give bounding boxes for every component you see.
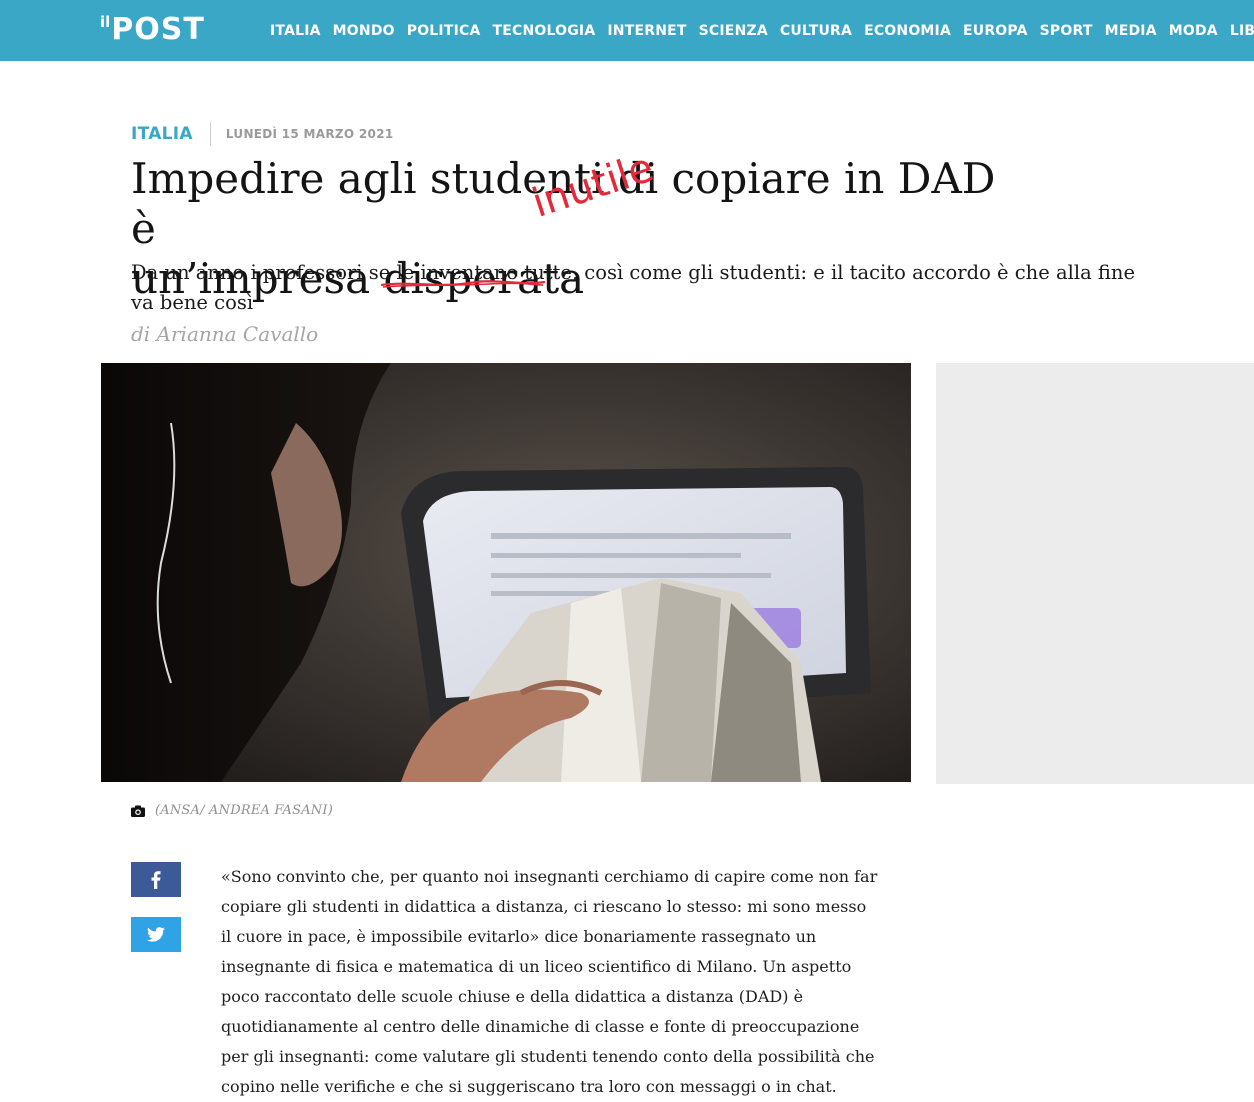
photo-caption: (ANSA/ ANDREA FASANI) bbox=[131, 803, 333, 818]
meta-divider bbox=[209, 122, 211, 146]
nav-item-mondo[interactable]: MONDO bbox=[333, 23, 395, 39]
advertisement-slot bbox=[936, 363, 1254, 784]
article-meta: ITALIA LUNEDÌ 15 MARZO 2021 bbox=[131, 122, 394, 146]
article-byline[interactable]: di Arianna Cavallo bbox=[131, 322, 318, 346]
nav-item-europa[interactable]: EUROPA bbox=[963, 23, 1028, 39]
photo-credit: (ANSA/ ANDREA FASANI) bbox=[155, 803, 333, 818]
twitter-share-button[interactable] bbox=[131, 917, 181, 952]
camera-icon bbox=[131, 805, 145, 817]
site-header: il POST ITALIA MONDO POLITICA TECNOLOGIA… bbox=[0, 0, 1254, 61]
hero-photo bbox=[101, 363, 911, 782]
nav-item-tecnologia[interactable]: TECNOLOGIA bbox=[493, 23, 596, 39]
nav-item-italia[interactable]: ITALIA bbox=[270, 23, 321, 39]
nav-item-libri[interactable]: LIBRI bbox=[1230, 23, 1254, 39]
site-logo[interactable]: il POST bbox=[100, 9, 205, 49]
logo-name: POST bbox=[111, 12, 205, 47]
nav-item-politica[interactable]: POLITICA bbox=[407, 23, 481, 39]
nav-item-cultura[interactable]: CULTURA bbox=[780, 23, 852, 39]
nav-item-sport[interactable]: SPORT bbox=[1040, 23, 1093, 39]
facebook-icon bbox=[151, 870, 161, 889]
article-category[interactable]: ITALIA bbox=[131, 124, 193, 144]
article-date: LUNEDÌ 15 MARZO 2021 bbox=[225, 127, 394, 141]
twitter-icon bbox=[147, 927, 165, 942]
facebook-share-button[interactable] bbox=[131, 862, 181, 897]
nav-item-economia[interactable]: ECONOMIA bbox=[864, 23, 951, 39]
section-nav: ITALIA MONDO POLITICA TECNOLOGIA INTERNE… bbox=[270, 0, 1254, 61]
nav-item-internet[interactable]: INTERNET bbox=[607, 23, 686, 39]
article-subtitle: Da un anno i professori se le inventano … bbox=[131, 261, 1136, 314]
nav-item-media[interactable]: MEDIA bbox=[1105, 23, 1157, 39]
nav-item-scienza[interactable]: SCIENZA bbox=[699, 23, 768, 39]
article-body-paragraph: «Sono convinto che, per quanto noi inseg… bbox=[221, 867, 878, 1096]
logo-prefix: il bbox=[100, 13, 111, 31]
nav-item-moda[interactable]: MODA bbox=[1169, 23, 1218, 39]
photo-illustration bbox=[101, 363, 911, 782]
